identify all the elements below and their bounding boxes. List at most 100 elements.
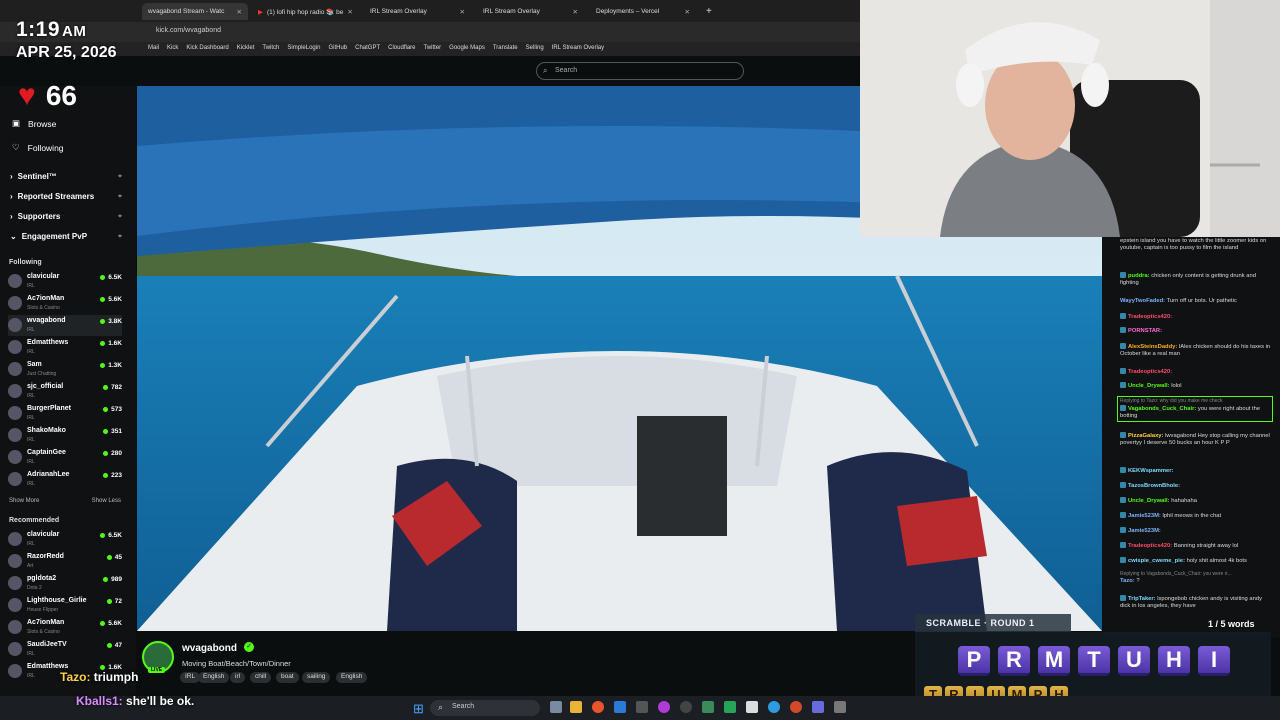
task-view-icon[interactable] [550,701,562,713]
channel-row[interactable]: Ac7ionMan Slots & Casino 5.6K [8,293,122,314]
chat-username[interactable]: Uncle_Drywall: [1128,498,1170,504]
app-icon[interactable] [790,701,802,713]
chat-username[interactable]: PizzaGalaxy: [1128,433,1163,439]
chat-username[interactable]: TripTaker: [1128,596,1156,602]
sidebar-item-browse[interactable]: ▣ Browse [12,118,56,129]
close-icon[interactable]: ✕ [237,8,242,16]
channel-row[interactable]: clavicular IRL 6.5K [8,271,122,292]
channel-row[interactable]: CaptainGee IRL 280 [8,447,122,468]
bookmark[interactable]: Mail [148,45,159,56]
chat-username[interactable]: Jamie523M: [1128,528,1161,534]
close-icon[interactable]: ✕ [460,8,465,16]
channel-name: BurgerPlanet [27,405,71,412]
bookmark[interactable]: Selling [526,45,544,56]
new-tab-button[interactable]: + [700,3,718,20]
chat-username[interactable]: AlexSteinsDaddy: [1128,344,1177,350]
bookmark[interactable]: Kick Dashboard [186,45,228,56]
chat-username[interactable]: WayyTwoFaded: [1120,298,1165,304]
bookmark[interactable]: Twitter [424,45,442,56]
taskbar-search[interactable]: ⌕ Search [430,700,540,716]
bookmark[interactable]: GitHub [328,45,347,56]
file-explorer-icon[interactable] [570,701,582,713]
channel-row[interactable]: Lighthouse_Girlie House Flipper 72 [8,595,122,616]
bookmark[interactable]: IRL Stream Overlay [552,45,604,56]
close-icon[interactable]: ✕ [685,8,690,16]
tag[interactable]: English [198,672,230,683]
tag[interactable]: sailing [302,672,331,683]
chat-username[interactable]: Jamie523M: [1128,513,1161,519]
channel-row[interactable]: Edmatthews IRL 1.6K [8,337,122,358]
section-sentinel[interactable]: › Sentinel™ ⌖ [10,172,122,181]
address-bar[interactable]: kick.com/wvagabond [0,22,860,42]
channel-row[interactable]: clavicular IRL 6.5K [8,529,122,550]
section-engagement-pvp[interactable]: ⌄ Engagement PvP ⌖ [10,232,122,241]
chat-username[interactable]: Vagabonds_Cuck_Chair: [1128,406,1196,412]
obs-icon[interactable] [658,701,670,713]
app-icon[interactable] [680,701,692,713]
channel-row[interactable]: pgldota2 Dota 2 989 [8,573,122,594]
chat-username[interactable]: puddra: [1128,273,1150,279]
tag[interactable]: English [336,672,368,683]
show-less-button[interactable]: Show Less [92,498,121,504]
tab-vercel[interactable]: Deployments – Vercel ✕ [590,3,696,20]
channel-row[interactable]: RazorRedd Art 45 [8,551,122,572]
search-input[interactable]: ⌕ Search [536,62,744,80]
pin-icon[interactable]: ⌖ [118,173,122,181]
chat-username[interactable]: Tradeoptics420: [1128,369,1172,375]
tab-overlay-2[interactable]: IRL Stream Overlay ✕ [477,3,584,20]
tag[interactable]: irl [230,672,246,683]
channel-row[interactable]: SaudiJeeTV IRL 47 [8,639,122,660]
windows-start-icon[interactable]: ⊞ [413,701,424,717]
channel-row[interactable]: Sam Just Chatting 1.3K [8,359,122,380]
bookmark[interactable]: Kick [167,45,178,56]
close-icon[interactable]: ✕ [573,8,578,16]
tag[interactable]: chill [250,672,272,683]
viewer-count: 989 [103,576,122,583]
sidebar-item-following[interactable]: ♡ Following [12,142,64,153]
section-reported-streamers[interactable]: › Reported Streamers ⌖ [10,192,122,201]
pin-icon[interactable]: ⌖ [118,213,122,221]
tag[interactable]: boat [276,672,299,683]
chat-username[interactable]: Tradeoptics420: [1128,543,1172,549]
chat-username[interactable]: KEKWspammer: [1128,468,1173,474]
close-icon[interactable]: ✕ [347,8,352,16]
chat-username[interactable]: Uncle_Drywall: [1128,383,1170,389]
channel-name[interactable]: wvagabond [182,643,237,654]
show-more-button[interactable]: Show More [9,498,39,504]
channel-category: House Flipper [27,607,59,613]
app-icon[interactable] [702,701,714,713]
chat-username[interactable]: Tradeoptics420: [1128,314,1172,320]
pin-icon[interactable]: ⌖ [118,193,122,201]
channel-row-active[interactable]: wvagabond IRL 3.8K [8,315,122,336]
bookmark[interactable]: ChatGPT [355,45,380,56]
tab-overlay-1[interactable]: IRL Stream Overlay ✕ [364,3,471,20]
bookmark[interactable]: Twitch [262,45,279,56]
chat-username[interactable]: cwispie_cweme_pie: [1128,558,1185,564]
app-icon[interactable] [636,701,648,713]
app-icon[interactable] [746,701,758,713]
browser-icon[interactable] [592,701,604,713]
vscode-icon[interactable] [614,701,626,713]
app-icon[interactable] [724,701,736,713]
channel-row[interactable]: Ac7ionMan Slots & Casino 5.6K [8,617,122,638]
section-supporters[interactable]: › Supporters ⌖ [10,212,122,221]
bookmark[interactable]: Kicklet [237,45,255,56]
channel-row[interactable]: ShakoMako IRL 351 [8,425,122,446]
bookmark[interactable]: Translate [493,45,518,56]
pin-icon[interactable]: ⌖ [118,233,122,241]
tab-lofi[interactable]: ▶ (1) lofi hip hop radio 📚 be ✕ [252,3,357,20]
chat-username[interactable]: PORNSTAR: [1128,328,1162,334]
chat-username[interactable]: Tazo: [1120,578,1135,584]
bookmark[interactable]: Cloudflare [388,45,415,56]
chat-username[interactable]: TazosBrownBhole: [1128,483,1180,489]
channel-row[interactable]: sjc_official IRL 782 [8,381,122,402]
bookmark[interactable]: Google Maps [449,45,485,56]
tab-label: (1) lofi hip hop radio 📚 be [267,8,344,16]
app-icon[interactable] [812,701,824,713]
bookmark[interactable]: SimpleLogin [287,45,320,56]
channel-row[interactable]: AdrianahLee IRL 223 [8,469,122,490]
app-icon[interactable] [768,701,780,713]
channel-row[interactable]: BurgerPlanet IRL 573 [8,403,122,424]
app-icon[interactable] [834,701,846,713]
tab-wvagabond[interactable]: wvagabond Stream - Watc ✕ [142,3,248,20]
